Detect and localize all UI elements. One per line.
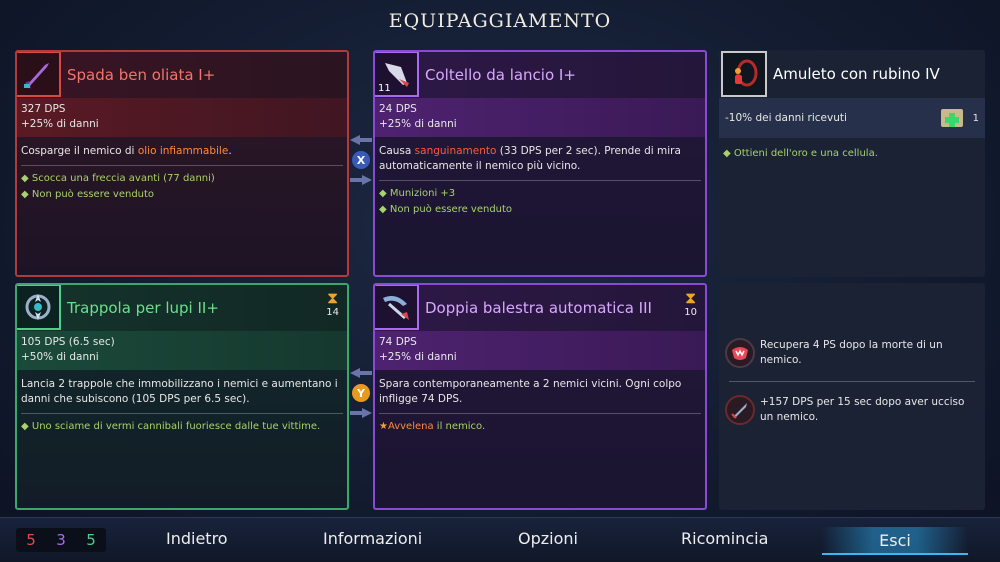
- vampirism-icon: [725, 338, 755, 368]
- button-x-icon: X: [352, 151, 370, 169]
- list-item: ◆ Non può essere venduto: [21, 189, 155, 200]
- skill-bonus: +50% di danni: [21, 351, 99, 363]
- button-y-icon: Y: [352, 384, 370, 402]
- list-item: ◆ Scocca una freccia avanti (77 danni): [21, 173, 215, 184]
- bottom-bar: 5 3 5 Indietro Informazioni Opzioni Rico…: [0, 517, 1000, 562]
- weapon-affixes: ◆ Scocca una freccia avanti (77 danni) ◆…: [17, 166, 347, 203]
- ammo-count: 11: [378, 83, 391, 94]
- cooldown: ⧗ 10: [684, 288, 697, 319]
- weapon-slot-1[interactable]: Spada ben oliata I+ 327 DPS +25% di dann…: [15, 50, 349, 277]
- skill-bonus: +25% di danni: [379, 351, 457, 363]
- skill-description: Lancia 2 trappole che immobilizzano i ne…: [21, 378, 338, 405]
- keyword-poison: Avvelena: [387, 421, 434, 432]
- skill-slot-1[interactable]: Trappola per lupi II+ ⧗ 14 105 DPS (6.5 …: [15, 283, 349, 510]
- list-item: ◆ Ottieni dell'oro e una cellula.: [723, 148, 878, 159]
- weapon-name: Coltello da lancio I+: [425, 66, 576, 84]
- exit-button[interactable]: Esci: [822, 527, 968, 555]
- back-button[interactable]: Indietro: [166, 529, 228, 548]
- survival-count: 5: [86, 531, 96, 549]
- options-button[interactable]: Opzioni: [518, 529, 578, 548]
- scroll-count: 1: [972, 112, 979, 124]
- crossbow-icon: [375, 285, 419, 330]
- arrow-left-icon: [350, 135, 372, 145]
- killer-instinct-icon: [725, 395, 755, 425]
- weapon-affixes: ◆ Munizioni +3 ◆ Non può essere venduto: [375, 181, 705, 218]
- arrow-left-icon: [350, 368, 372, 378]
- list-item: ◆ Non può essere venduto: [379, 204, 513, 215]
- list-item: ◆ Uno sciame di vermi cannibali fuoriesc…: [21, 421, 321, 432]
- keyword-bleed: sanguinamento: [414, 145, 497, 157]
- list-item: ★Avvelena il nemico.: [379, 421, 486, 432]
- cooldown-value: 14: [326, 307, 339, 318]
- amulet-stat: -10% dei danni ricevuti: [725, 111, 847, 124]
- weapon-dps: 24 DPS: [379, 103, 417, 115]
- skill-dps: 105 DPS (6.5 sec): [21, 336, 115, 348]
- list-item: ◆ Munizioni +3: [379, 188, 456, 199]
- keyword-oil: olio infiammabile: [137, 145, 229, 157]
- page-title: EQUIPAGGIAMENTO: [388, 10, 612, 32]
- skill-header: Doppia balestra automatica III ⧗ 10: [375, 285, 705, 331]
- skill-description: Spara contemporaneamente a 2 nemici vici…: [379, 378, 682, 405]
- mutations-panel: Recupera 4 PS dopo la morte di un nemico…: [719, 283, 985, 510]
- weapon-header: Spada ben oliata I+: [17, 52, 347, 98]
- skill-slot-2[interactable]: Doppia balestra automatica III ⧗ 10 74 D…: [373, 283, 707, 510]
- cooldown: ⧗ 14: [326, 288, 339, 319]
- mutation-text: +157 DPS per 15 sec dopo aver ucciso un …: [760, 396, 965, 423]
- amulet-icon: [721, 51, 767, 97]
- scroll-stat-counters: 5 3 5: [16, 528, 106, 552]
- weapon-dps: 327 DPS: [21, 103, 66, 115]
- skill-name: Trappola per lupi II+: [67, 299, 219, 317]
- mutation-item[interactable]: +157 DPS per 15 sec dopo aver ucciso un …: [719, 382, 985, 438]
- throwing-knife-icon: 11: [375, 52, 419, 97]
- skill-stats: 105 DPS (6.5 sec) +50% di danni: [17, 331, 347, 370]
- amulet-name: Amuleto con rubino IV: [773, 65, 940, 83]
- amulet-header: Amuleto con rubino IV: [719, 50, 985, 98]
- brutality-count: 5: [26, 531, 36, 549]
- cooldown-value: 10: [684, 307, 697, 318]
- skill-name: Doppia balestra automatica III: [425, 299, 652, 317]
- hourglass-icon: ⧗: [685, 288, 697, 307]
- sword-icon: [17, 52, 61, 97]
- skill-affixes: ★Avvelena il nemico.: [375, 414, 705, 435]
- tactics-count: 3: [56, 531, 66, 549]
- weapon-description: Causa sanguinamento (33 DPS per 2 sec). …: [379, 145, 681, 172]
- weapon-bonus: +25% di danni: [21, 118, 99, 130]
- swap-weapons[interactable]: X: [350, 135, 372, 185]
- weapon-description: Cosparge il nemico di olio infiammabile.: [21, 145, 232, 157]
- skill-dps: 74 DPS: [379, 336, 417, 348]
- amulet-affixes: ◆ Ottieni dell'oro e una cellula.: [719, 138, 985, 162]
- weapon-stats: 24 DPS +25% di danni: [375, 98, 705, 137]
- wolf-trap-icon: [17, 285, 61, 330]
- weapon-slot-2[interactable]: 11 Coltello da lancio I+ 24 DPS +25% di …: [373, 50, 707, 277]
- scroll-counter: 1: [937, 103, 979, 133]
- mutation-item[interactable]: Recupera 4 PS dopo la morte di un nemico…: [719, 325, 985, 381]
- hourglass-icon: ⧗: [327, 288, 339, 307]
- weapon-stats: 327 DPS +25% di danni: [17, 98, 347, 137]
- skill-affixes: ◆ Uno sciame di vermi cannibali fuoriesc…: [17, 414, 347, 435]
- weapon-header: 11 Coltello da lancio I+: [375, 52, 705, 98]
- weapon-bonus: +25% di danni: [379, 118, 457, 130]
- swap-skills[interactable]: Y: [350, 368, 372, 418]
- skill-header: Trappola per lupi II+ ⧗ 14: [17, 285, 347, 331]
- star-icon: ★: [379, 421, 388, 432]
- amulet-slot[interactable]: Amuleto con rubino IV -10% dei danni ric…: [719, 50, 985, 277]
- restart-button[interactable]: Ricomincia: [681, 529, 768, 548]
- scroll-icon: [940, 109, 963, 127]
- info-button[interactable]: Informazioni: [323, 529, 422, 548]
- skill-stats: 74 DPS +25% di danni: [375, 331, 705, 370]
- weapon-name: Spada ben oliata I+: [67, 66, 216, 84]
- arrow-right-icon: [350, 408, 372, 418]
- arrow-right-icon: [350, 175, 372, 185]
- amulet-stats: -10% dei danni ricevuti 1: [719, 98, 985, 138]
- mutation-text: Recupera 4 PS dopo la morte di un nemico…: [760, 339, 943, 366]
